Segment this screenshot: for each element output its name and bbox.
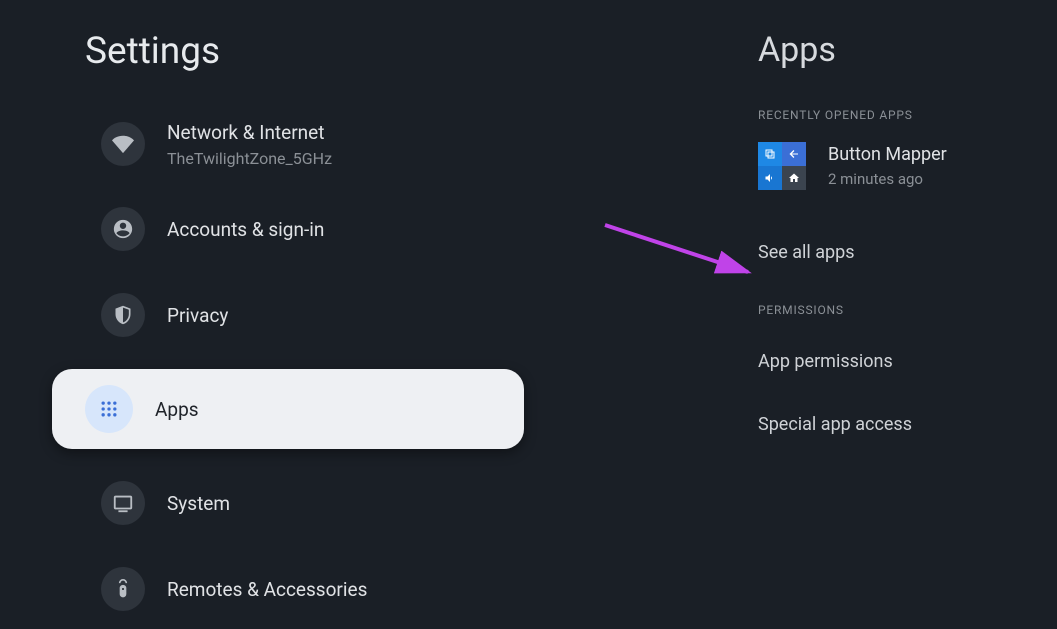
recently-opened-header: Recently opened apps: [758, 108, 1048, 122]
sidebar-item-network[interactable]: Network & Internet TheTwilightZone_5GHz: [16, 105, 524, 183]
app-permissions-link[interactable]: App permissions: [758, 337, 1048, 386]
special-app-access-link[interactable]: Special app access: [758, 400, 1048, 449]
recent-app-name: Button Mapper: [828, 144, 947, 165]
apps-detail-panel: Apps Recently opened apps Button Mapper …: [758, 30, 1048, 461]
page-title: Settings: [85, 30, 540, 73]
permissions-header: Permissions: [758, 303, 1048, 317]
recent-app-time: 2 minutes ago: [828, 170, 947, 188]
sidebar-item-label: Network & Internet: [167, 121, 332, 144]
apps-grid-icon: [85, 385, 133, 433]
settings-left-panel: Settings Network & Internet TheTwilightZ…: [0, 0, 540, 629]
sidebar-item-system[interactable]: System: [16, 467, 524, 539]
button-mapper-icon: [758, 142, 806, 190]
sidebar-item-label: System: [167, 492, 230, 515]
account-icon: [101, 207, 145, 251]
recent-app-button-mapper[interactable]: Button Mapper 2 minutes ago: [758, 142, 1048, 190]
sidebar-item-label: Accounts & sign-in: [167, 218, 324, 241]
sidebar-item-label: Remotes & Accessories: [167, 578, 367, 601]
sidebar-item-apps[interactable]: Apps: [52, 369, 524, 449]
annotation-arrow: [590, 210, 770, 300]
detail-title: Apps: [758, 30, 1048, 70]
see-all-apps-link[interactable]: See all apps: [758, 228, 1048, 277]
sidebar-item-label: Apps: [155, 398, 199, 421]
sidebar-item-accounts[interactable]: Accounts & sign-in: [16, 193, 524, 265]
sidebar-item-sub: TheTwilightZone_5GHz: [167, 149, 332, 168]
sidebar-item-label: Privacy: [167, 304, 228, 327]
wifi-icon: [101, 122, 145, 166]
sidebar-item-remotes[interactable]: Remotes & Accessories: [16, 553, 524, 625]
shield-icon: [101, 293, 145, 337]
sidebar-item-privacy[interactable]: Privacy: [16, 279, 524, 351]
tv-icon: [101, 481, 145, 525]
